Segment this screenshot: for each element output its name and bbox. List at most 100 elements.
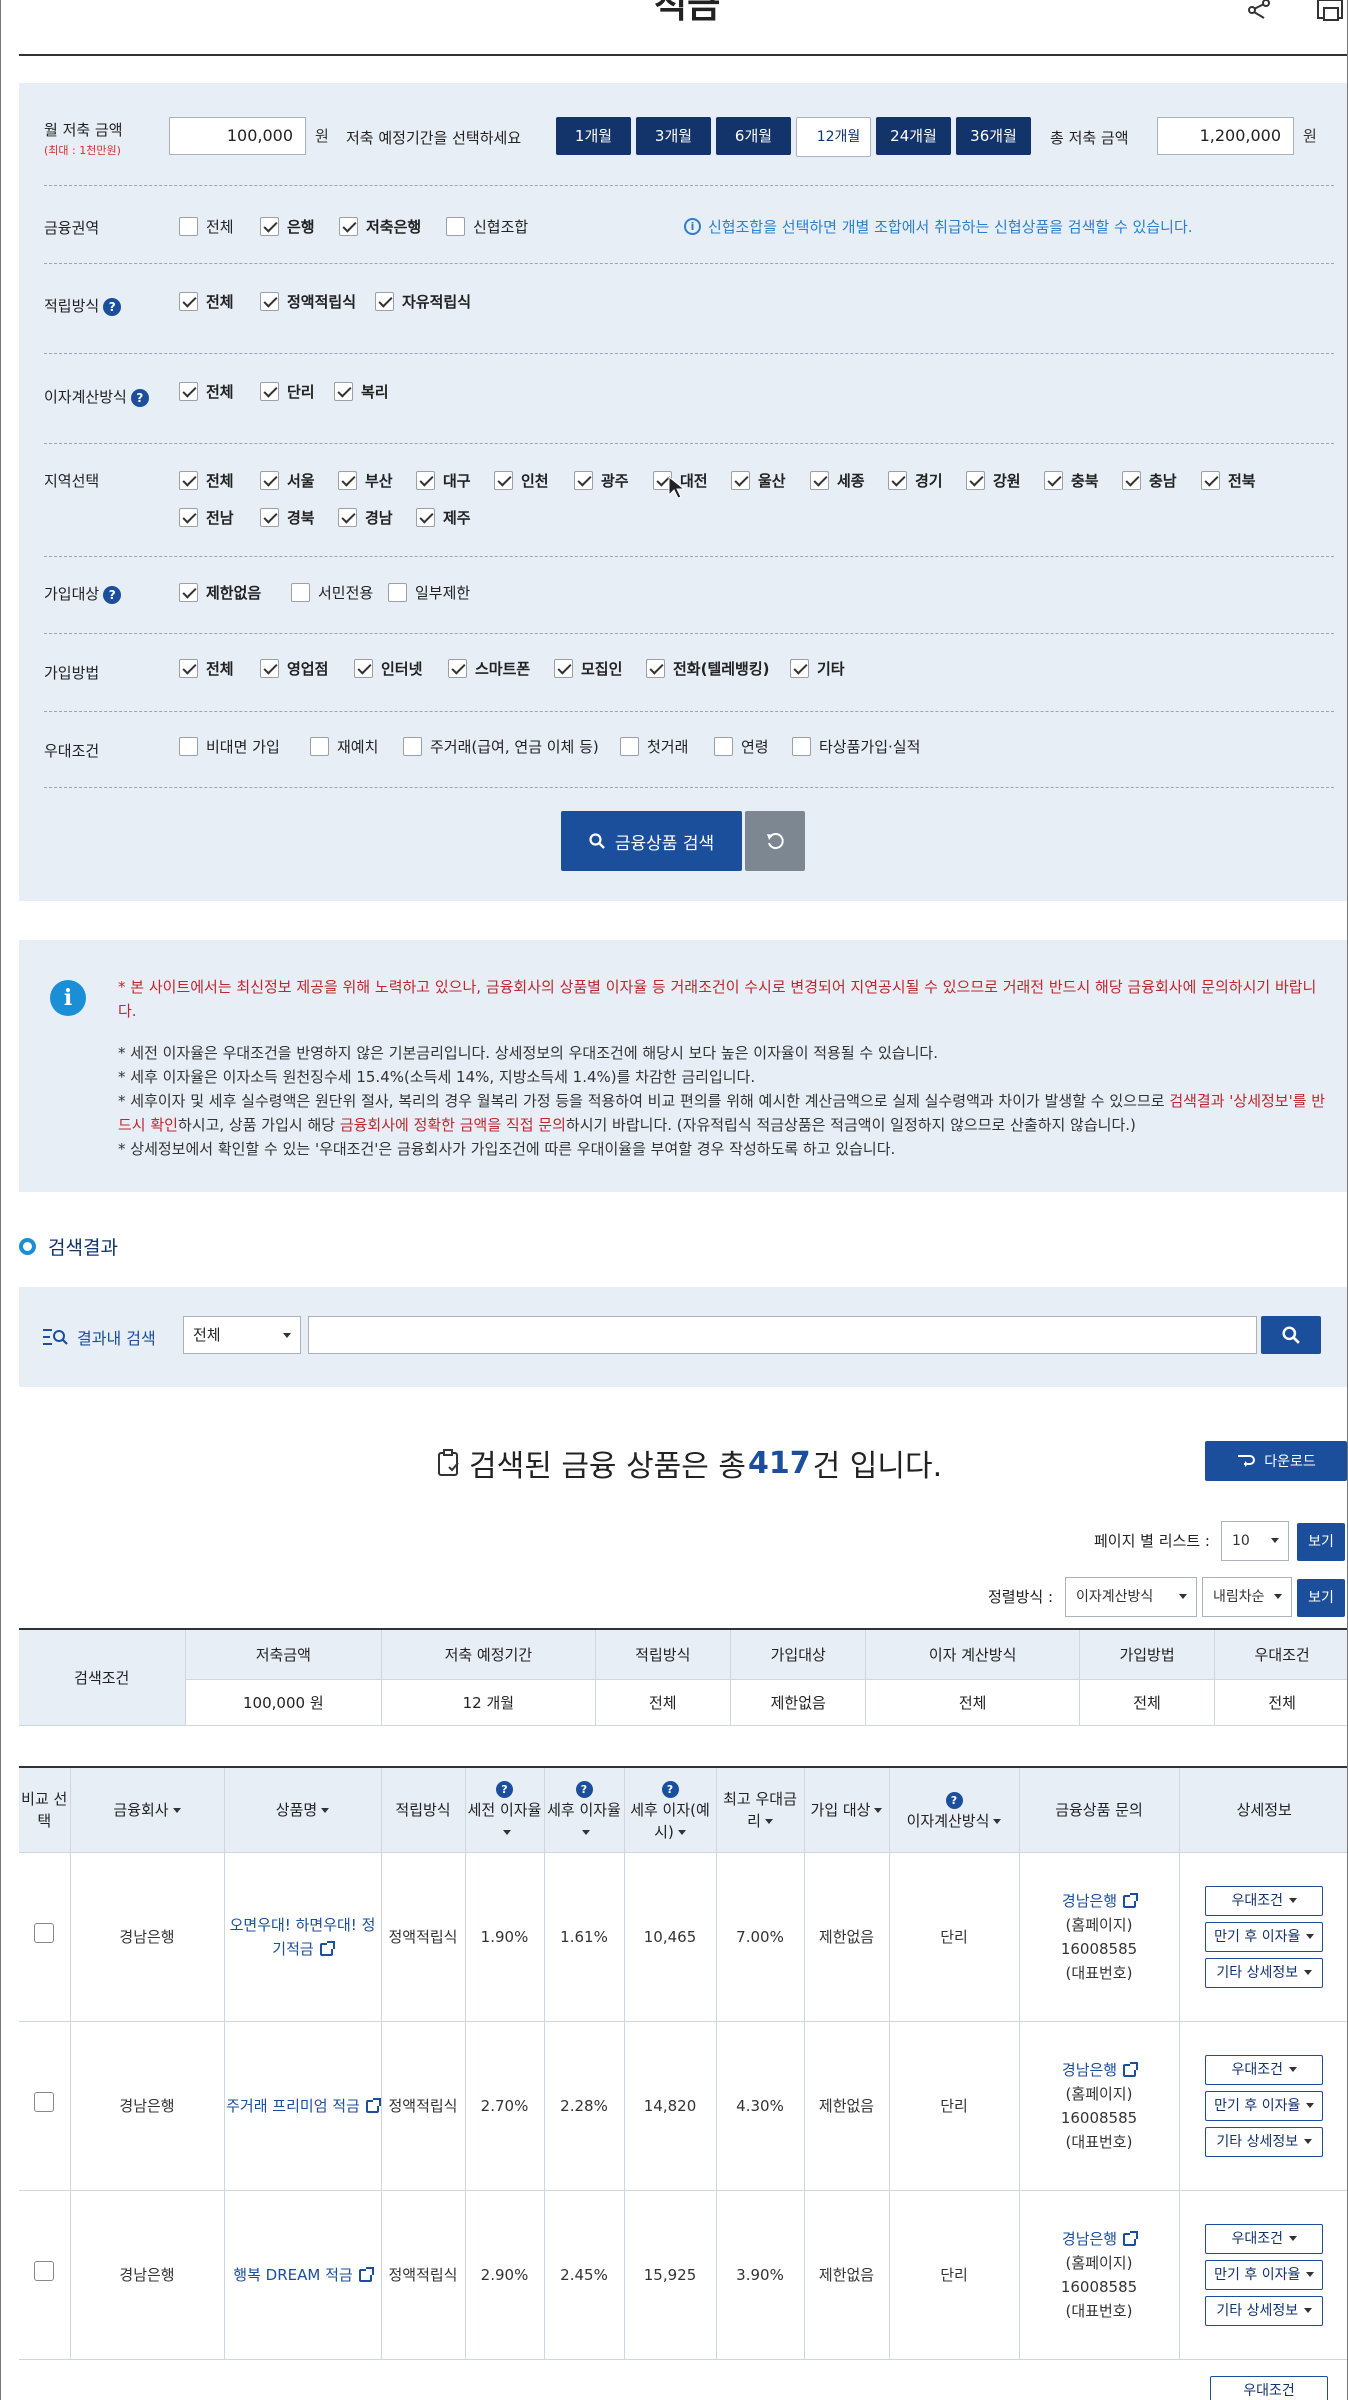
checkbox-box[interactable] bbox=[416, 471, 435, 490]
join-checkbox-6[interactable]: 기타 bbox=[790, 658, 845, 679]
help-icon[interactable]: ? bbox=[130, 388, 149, 407]
region-checkbox-11[interactable]: 충북 bbox=[1044, 470, 1099, 491]
region-checkbox-3[interactable]: 대구 bbox=[416, 470, 471, 491]
join-checkbox-3[interactable]: 스마트폰 bbox=[448, 658, 530, 679]
checkbox-box[interactable] bbox=[260, 659, 279, 678]
period-button-1[interactable]: 3개월 bbox=[636, 117, 711, 155]
col-post-rate[interactable]: ? 세후 이자율 bbox=[543, 1767, 624, 1853]
period-button-0[interactable]: 1개월 bbox=[556, 117, 631, 155]
period-button-2[interactable]: 6개월 bbox=[716, 117, 791, 155]
join-checkbox-2[interactable]: 인터넷 bbox=[354, 658, 422, 679]
pref-condition-button[interactable]: 우대조건 bbox=[1210, 2376, 1328, 2400]
region-checkbox-12[interactable]: 충남 bbox=[1122, 470, 1177, 491]
checkbox-box[interactable] bbox=[179, 659, 198, 678]
pref-checkbox-3[interactable]: 첫거래 bbox=[620, 736, 688, 757]
pref-checkbox-1[interactable]: 재예치 bbox=[310, 736, 378, 757]
checkbox-box[interactable] bbox=[338, 508, 357, 527]
product-link[interactable]: 오면우대! 하면우대! 정기적금 bbox=[230, 1916, 376, 1958]
region-checkbox-0[interactable]: 전체 bbox=[179, 470, 234, 491]
total-amount-input[interactable]: 1,200,000 bbox=[1157, 117, 1294, 155]
other-detail-button[interactable]: 기타 상세정보 bbox=[1205, 1957, 1324, 1988]
checkbox-box[interactable] bbox=[260, 508, 279, 527]
in-results-select[interactable]: 전체 bbox=[183, 1316, 301, 1354]
help-icon[interactable]: ? bbox=[575, 1781, 593, 1799]
checkbox-box[interactable] bbox=[388, 583, 407, 602]
checkbox-box[interactable] bbox=[494, 471, 513, 490]
checkbox-box[interactable] bbox=[620, 737, 639, 756]
region-checkbox-7[interactable]: 울산 bbox=[731, 470, 786, 491]
checkbox-box[interactable] bbox=[646, 659, 665, 678]
method-checkbox-1[interactable]: 정액적립식 bbox=[260, 291, 356, 312]
in-results-search-button[interactable] bbox=[1261, 1316, 1321, 1354]
pref-checkbox-5[interactable]: 타상품가입·실적 bbox=[792, 736, 920, 757]
print-icon[interactable] bbox=[1314, 0, 1348, 22]
checkbox-box[interactable] bbox=[179, 382, 198, 401]
checkbox-box[interactable] bbox=[338, 471, 357, 490]
col-calc[interactable]: ? 이자계산방식 bbox=[888, 1767, 1019, 1853]
region-checkbox-10[interactable]: 강원 bbox=[966, 470, 1021, 491]
checkbox-box[interactable] bbox=[334, 382, 353, 401]
help-icon[interactable]: ? bbox=[103, 585, 122, 604]
checkbox-box[interactable] bbox=[403, 737, 422, 756]
checkbox-box[interactable] bbox=[339, 217, 358, 236]
checkbox-box[interactable] bbox=[260, 471, 279, 490]
help-icon[interactable]: ? bbox=[496, 1781, 513, 1799]
region-checkbox-9[interactable]: 경기 bbox=[888, 470, 943, 491]
region-checkbox-5[interactable]: 광주 bbox=[574, 470, 629, 491]
col-target[interactable]: 가입 대상 bbox=[803, 1767, 889, 1853]
checkbox-box[interactable] bbox=[260, 217, 279, 236]
checkbox-box[interactable] bbox=[792, 737, 811, 756]
checkbox-box[interactable] bbox=[714, 737, 733, 756]
pref-checkbox-2[interactable]: 주거래(급여, 연금 이체 등) bbox=[403, 736, 599, 757]
checkbox-box[interactable] bbox=[310, 737, 329, 756]
checkbox-box[interactable] bbox=[179, 508, 198, 527]
region-checkbox-14[interactable]: 전남 bbox=[179, 507, 234, 528]
join-checkbox-4[interactable]: 모집인 bbox=[554, 658, 622, 679]
compare-checkbox[interactable] bbox=[34, 1923, 55, 1943]
col-product[interactable]: 상품명 bbox=[223, 1767, 381, 1853]
join-checkbox-1[interactable]: 영업점 bbox=[260, 658, 328, 679]
maturity-rate-button[interactable]: 만기 후 이자율 bbox=[1205, 2259, 1324, 2290]
inst-checkbox-1[interactable]: 은행 bbox=[260, 216, 315, 237]
pref-condition-button[interactable]: 우대조건 bbox=[1205, 2054, 1324, 2085]
interest-checkbox-2[interactable]: 복리 bbox=[334, 381, 389, 402]
region-checkbox-1[interactable]: 서울 bbox=[260, 470, 315, 491]
monthly-amount-input[interactable]: 100,000 bbox=[169, 117, 306, 155]
checkbox-box[interactable] bbox=[810, 471, 829, 490]
checkbox-box[interactable] bbox=[1201, 471, 1220, 490]
checkbox-box[interactable] bbox=[966, 471, 985, 490]
col-max-rate[interactable]: 최고 우대금리 bbox=[715, 1767, 804, 1853]
checkbox-box[interactable] bbox=[260, 382, 279, 401]
checkbox-box[interactable] bbox=[179, 737, 198, 756]
checkbox-box[interactable] bbox=[179, 583, 198, 602]
interest-checkbox-0[interactable]: 전체 bbox=[179, 381, 234, 402]
interest-checkbox-1[interactable]: 단리 bbox=[260, 381, 315, 402]
target-checkbox-0[interactable]: 제한없음 bbox=[179, 582, 261, 603]
external-link-icon[interactable] bbox=[1123, 2230, 1139, 2246]
checkbox-box[interactable] bbox=[731, 471, 750, 490]
checkbox-box[interactable] bbox=[446, 217, 465, 236]
checkbox-box[interactable] bbox=[416, 508, 435, 527]
checkbox-box[interactable] bbox=[179, 292, 198, 311]
join-checkbox-5[interactable]: 전화(텔레뱅킹) bbox=[646, 658, 770, 679]
checkbox-box[interactable] bbox=[375, 292, 394, 311]
bank-link[interactable]: 경남은행 bbox=[1062, 2061, 1117, 2079]
checkbox-box[interactable] bbox=[1122, 471, 1141, 490]
reset-button[interactable] bbox=[745, 811, 805, 871]
per-page-select[interactable]: 10 bbox=[1221, 1521, 1289, 1561]
sort-field-select[interactable]: 이자계산방식 bbox=[1065, 1577, 1197, 1617]
download-button[interactable]: 다운로드 bbox=[1205, 1441, 1347, 1481]
in-results-input[interactable] bbox=[308, 1316, 1257, 1354]
col-company[interactable]: 금융회사 bbox=[69, 1767, 224, 1853]
external-link-icon[interactable] bbox=[1123, 2061, 1139, 2077]
other-detail-button[interactable]: 기타 상세정보 bbox=[1205, 2126, 1324, 2157]
external-link-icon[interactable] bbox=[319, 1940, 335, 1956]
join-checkbox-0[interactable]: 전체 bbox=[179, 658, 234, 679]
checkbox-box[interactable] bbox=[354, 659, 373, 678]
checkbox-box[interactable] bbox=[448, 659, 467, 678]
external-link-icon[interactable] bbox=[358, 2266, 374, 2282]
pref-checkbox-4[interactable]: 연령 bbox=[714, 736, 769, 757]
checkbox-box[interactable] bbox=[790, 659, 809, 678]
help-icon[interactable]: ? bbox=[103, 297, 122, 316]
checkbox-box[interactable] bbox=[260, 292, 279, 311]
